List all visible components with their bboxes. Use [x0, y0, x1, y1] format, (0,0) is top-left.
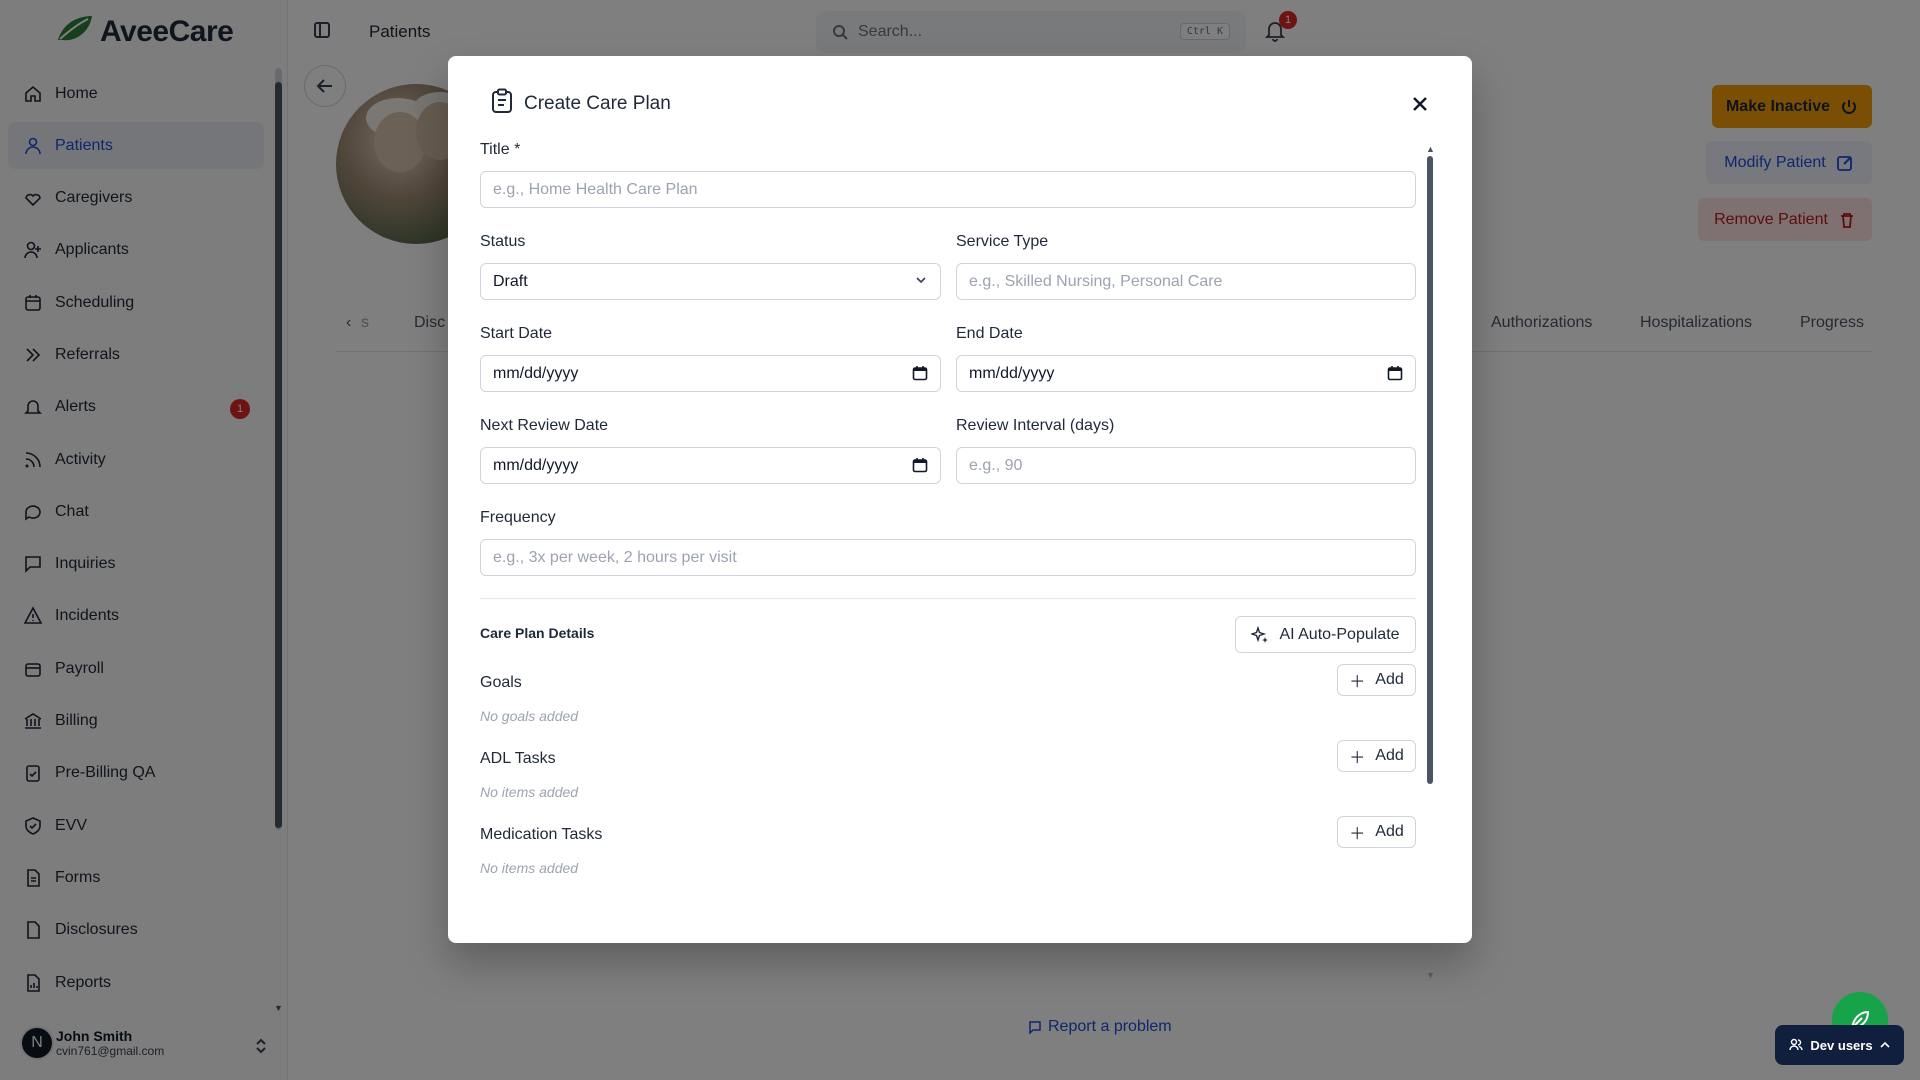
create-care-plan-modal: Create Care Plan ▲ ▼ Title * e.g., Home … [448, 56, 1472, 980]
next-review-date-input[interactable]: mm/dd/yyyy [480, 447, 941, 484]
start-date-input[interactable]: mm/dd/yyyy [480, 355, 941, 392]
end-date-input[interactable]: mm/dd/yyyy [956, 355, 1416, 392]
dev-users-button[interactable]: Dev users [1775, 1025, 1904, 1065]
add-goal-button[interactable]: ＋ Add [1337, 664, 1416, 696]
add-medication-task-button[interactable]: ＋ Add [1337, 816, 1416, 848]
add-adl-task-label: Add [1375, 747, 1404, 764]
title-input[interactable]: e.g., Home Health Care Plan [480, 171, 1416, 208]
ai-auto-populate-label: AI Auto-Populate [1279, 625, 1400, 643]
goals-empty-note: No goals added [480, 708, 579, 724]
sparkles-icon [1251, 625, 1269, 643]
modal-title: Create Care Plan [524, 92, 671, 114]
plus-icon: ＋ [1349, 750, 1366, 767]
modal-scroll-down-icon[interactable]: ▼ [1426, 970, 1435, 980]
service-type-input[interactable]: e.g., Skilled Nursing, Personal Care [956, 263, 1416, 300]
frequency-input[interactable]: e.g., 3x per week, 2 hours per visit [480, 539, 1416, 576]
review-interval-placeholder: e.g., 90 [969, 456, 1023, 474]
section-divider [480, 598, 1416, 599]
modal-scrollbar[interactable]: ▲ ▼ [1426, 144, 1435, 980]
frequency-placeholder: e.g., 3x per week, 2 hours per visit [493, 548, 737, 566]
end-date-value: mm/dd/yyyy [969, 364, 1055, 382]
adl-tasks-label: ADL Tasks [480, 750, 556, 767]
calendar-icon[interactable] [1387, 365, 1403, 386]
users-icon [1789, 1038, 1804, 1051]
review-interval-label: Review Interval (days) [956, 417, 1115, 434]
dev-users-label: Dev users [1810, 1037, 1873, 1053]
status-value: Draft [493, 272, 528, 290]
start-date-label: Start Date [480, 325, 553, 342]
plus-icon: ＋ [1349, 674, 1366, 691]
care-plan-details-title: Care Plan Details [480, 625, 595, 641]
title-label: Title * [480, 141, 521, 158]
next-review-date-label: Next Review Date [480, 417, 609, 434]
clipboard-icon [490, 88, 514, 119]
close-icon[interactable] [1408, 92, 1432, 116]
status-select[interactable]: Draft [480, 263, 941, 300]
title-placeholder: e.g., Home Health Care Plan [493, 180, 698, 198]
goals-label: Goals [480, 674, 522, 691]
add-medication-task-label: Add [1375, 823, 1404, 840]
service-type-placeholder: e.g., Skilled Nursing, Personal Care [969, 272, 1223, 290]
status-label: Status [480, 233, 526, 250]
add-goal-label: Add [1375, 671, 1404, 688]
next-review-date-value: mm/dd/yyyy [493, 456, 579, 474]
modal-scroll-up-icon[interactable]: ▲ [1426, 144, 1435, 154]
medication-tasks-empty-note: No items added [480, 860, 579, 876]
chevron-up-icon [1880, 1041, 1890, 1048]
end-date-label: End Date [956, 325, 1023, 342]
start-date-value: mm/dd/yyyy [493, 364, 579, 382]
modal-scrollbar-thumb[interactable] [1427, 156, 1433, 784]
calendar-icon[interactable] [912, 457, 928, 478]
adl-tasks-empty-note: No items added [480, 784, 579, 800]
ai-auto-populate-button[interactable]: AI Auto-Populate [1235, 616, 1416, 653]
plus-icon: ＋ [1349, 826, 1366, 843]
frequency-label: Frequency [480, 509, 556, 526]
review-interval-input[interactable]: e.g., 90 [956, 447, 1416, 484]
service-type-label: Service Type [956, 233, 1049, 250]
medication-tasks-label: Medication Tasks [480, 826, 603, 843]
add-adl-task-button[interactable]: ＋ Add [1337, 740, 1416, 772]
chevron-down-icon [914, 273, 928, 292]
calendar-icon[interactable] [912, 365, 928, 386]
